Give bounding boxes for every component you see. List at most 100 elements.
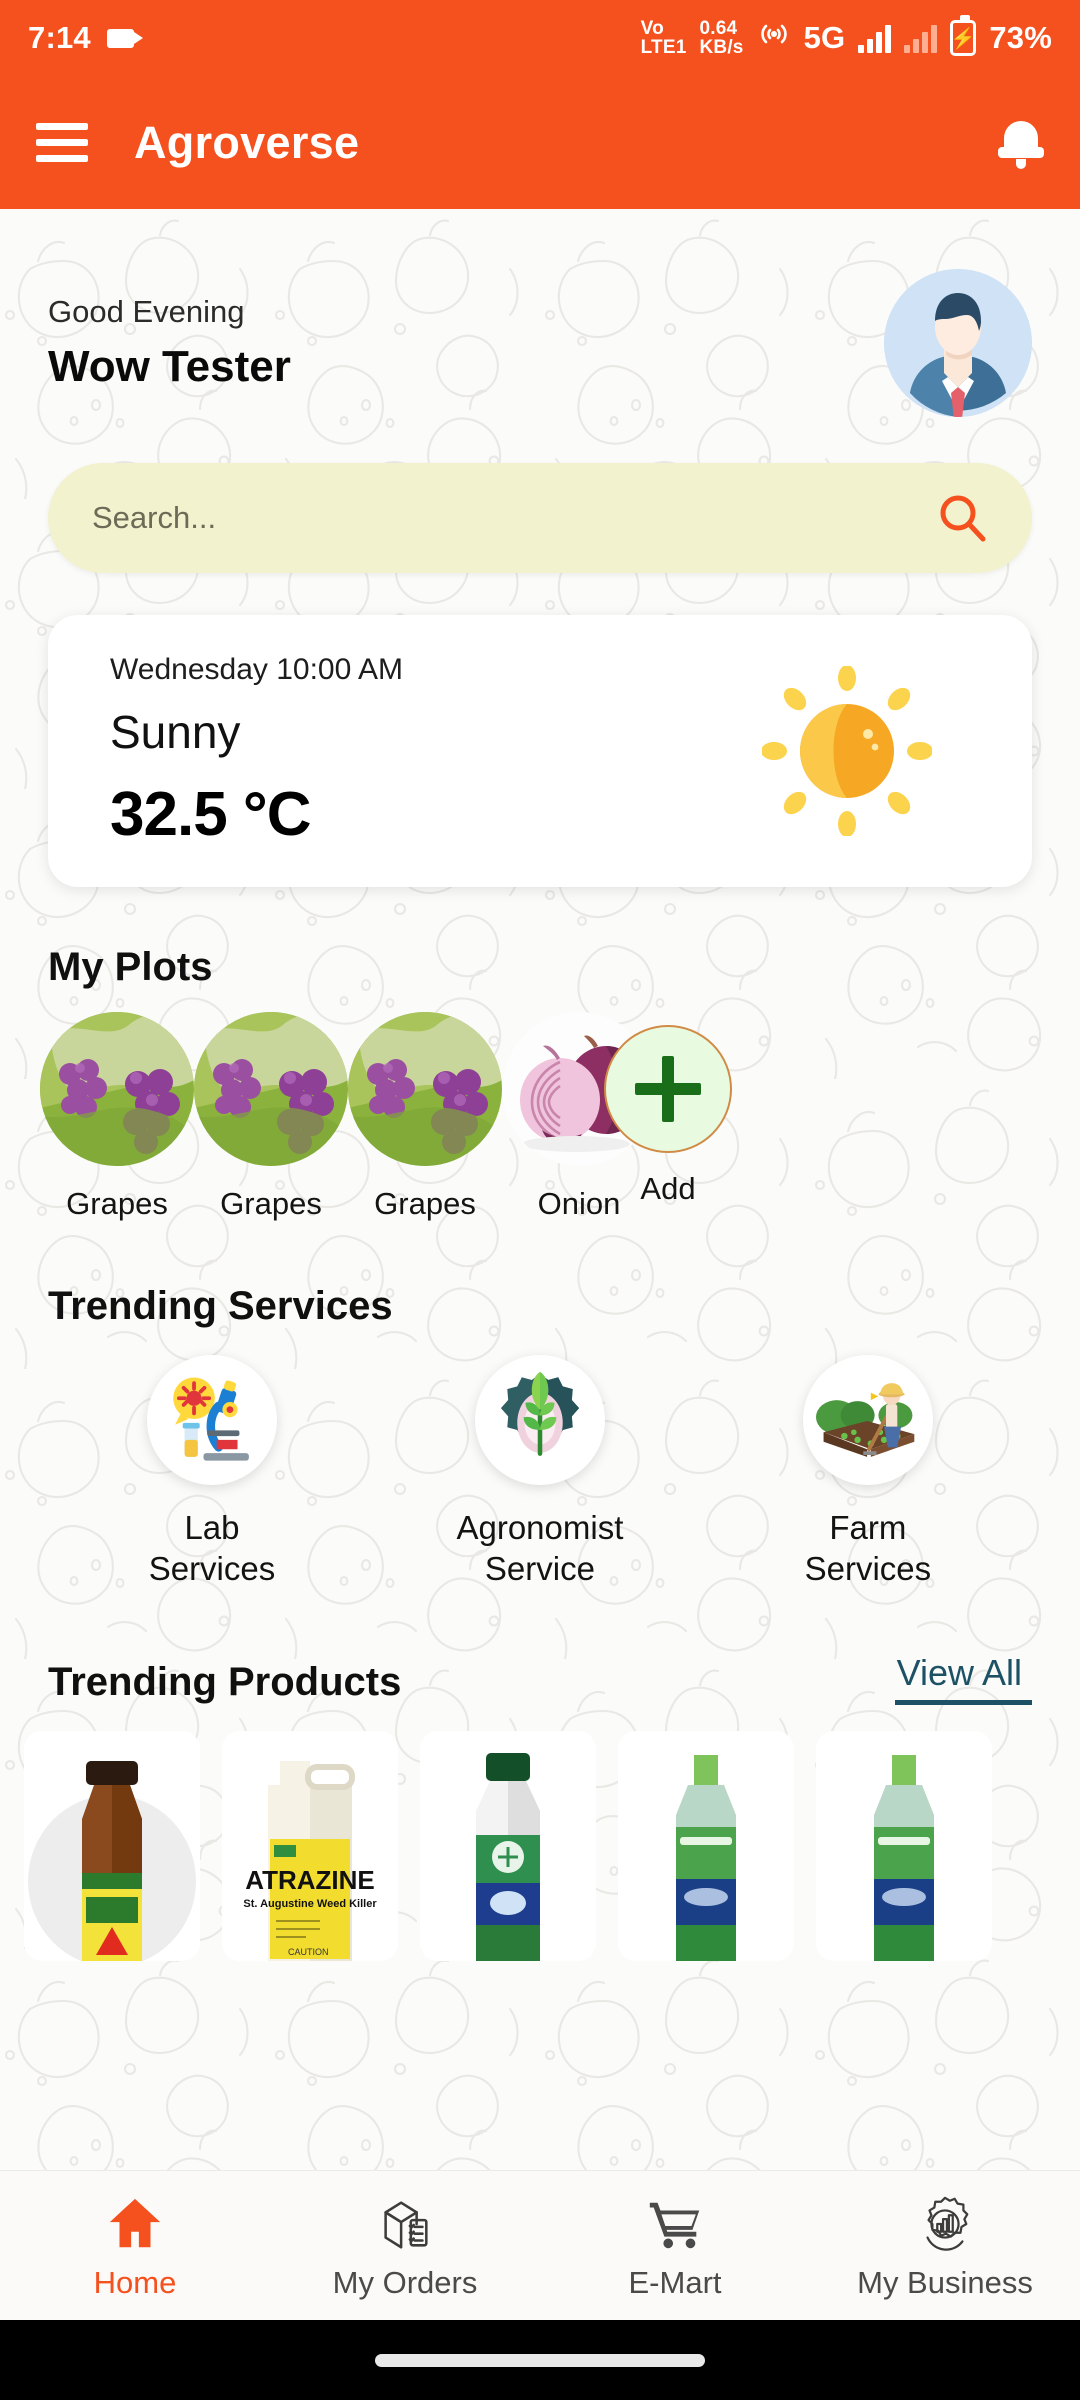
- trending-products-heading: Trending Products View All: [0, 1590, 1080, 1705]
- service-label-line2: Service: [484, 1550, 595, 1588]
- nav-item-my-orders[interactable]: My Orders: [270, 2191, 540, 2301]
- view-all-link[interactable]: View All: [894, 1652, 1032, 1705]
- weather-condition: Sunny: [110, 705, 241, 758]
- status-bar-left: 7:14: [28, 20, 143, 56]
- grapes-photo: [348, 1012, 502, 1166]
- service-label: Agronomist Service: [376, 1507, 704, 1590]
- service-label-line2: Services: [804, 1550, 932, 1588]
- search-input[interactable]: [92, 500, 936, 536]
- bottom-navigation-bar[interactable]: Home My Orders E-Mart My Business: [0, 2170, 1080, 2320]
- data-rate-indicator: 0.64 KB/s: [699, 17, 744, 58]
- service-label: Farm Services: [704, 1507, 1032, 1590]
- greeting-text-block: Good Evening Wow Tester: [48, 294, 291, 392]
- svg-text:St. Augustine Weed Killer: St. Augustine Weed Killer: [243, 1898, 377, 1910]
- my-plots-heading: My Plots: [0, 887, 1080, 990]
- svg-text:ATRAZINE: ATRAZINE: [245, 1865, 375, 1895]
- status-bar: 7:14 Vo LTE1 0.64 KB/s 5G ⚡ 73%: [0, 0, 1080, 76]
- shopping-cart-icon: [540, 2191, 810, 2257]
- data-rate-unit: KB/s: [699, 37, 744, 58]
- svg-text:CAUTION: CAUTION: [288, 1947, 329, 1957]
- service-label-line2: Services: [148, 1550, 276, 1588]
- plot-item[interactable]: Grapes: [348, 1012, 502, 1222]
- white-green-bottle: [420, 1730, 596, 1961]
- farmer-icon: [802, 1355, 933, 1485]
- nav-label: Home: [93, 2264, 177, 2300]
- plot-item[interactable]: Grapes: [194, 1012, 348, 1222]
- bell-icon[interactable]: [998, 117, 1044, 169]
- gear-chart-icon: [810, 2191, 1080, 2257]
- greeting-row: Good Evening Wow Tester: [0, 209, 1080, 417]
- add-plot-item[interactable]: Add: [604, 1012, 732, 1207]
- atrazine-jug: ATRAZINE St. Augustine Weed Killer CAUTI…: [222, 1730, 398, 1961]
- gear-plant-icon: [474, 1355, 605, 1485]
- abamectin-bottle: [28, 1760, 196, 1961]
- battery-percent: 73%: [989, 20, 1052, 55]
- service-label-line1: Farm: [829, 1509, 907, 1546]
- plot-label: Grapes: [374, 1186, 476, 1221]
- weather-temperature: 32.5 °C: [110, 779, 311, 849]
- my-plots-row[interactable]: Grapes Grapes Grapes Onion Add: [0, 990, 1080, 1222]
- green-bottle: [816, 1730, 992, 1961]
- data-rate-value: 0.64: [699, 17, 738, 39]
- trending-services-heading: Trending Services: [0, 1222, 1080, 1329]
- volte-line1: Vo: [640, 17, 664, 39]
- plot-item[interactable]: Grapes: [40, 1012, 194, 1222]
- product-card[interactable]: [420, 1730, 596, 1961]
- signal-bars-sim1: [858, 23, 892, 53]
- service-label-line1: Agronomist: [456, 1509, 624, 1546]
- status-bar-right: Vo LTE1 0.64 KB/s 5G ⚡ 73%: [640, 15, 1052, 58]
- nav-item-e-mart[interactable]: E-Mart: [540, 2191, 810, 2301]
- weather-card[interactable]: Wednesday 10:00 AM Sunny 32.5 °C: [48, 615, 1032, 887]
- trending-products-title: Trending Products: [48, 1659, 402, 1704]
- service-item-farm-services[interactable]: Farm Services: [704, 1355, 1032, 1590]
- sun-icon: [761, 665, 933, 837]
- service-item-lab-services[interactable]: Lab Services: [48, 1355, 376, 1590]
- nav-item-home[interactable]: Home: [0, 2191, 270, 2301]
- greeting-salutation: Good Evening: [48, 294, 245, 329]
- weather-datetime: Wednesday 10:00 AM: [110, 652, 403, 686]
- add-plot-label: Add: [640, 1171, 696, 1206]
- status-time: 7:14: [28, 20, 91, 55]
- mobile-network-label: 5G: [803, 20, 846, 55]
- product-card[interactable]: [618, 1730, 794, 1961]
- my-plots-title: My Plots: [48, 945, 213, 989]
- search-icon[interactable]: [936, 492, 988, 544]
- gesture-navigation-bar: [0, 2320, 1080, 2400]
- product-card[interactable]: [24, 1730, 200, 1961]
- service-label-line1: Lab: [184, 1509, 240, 1546]
- nav-label: E-Mart: [628, 2264, 722, 2300]
- service-label: Lab Services: [48, 1507, 376, 1590]
- trending-products-row[interactable]: ATRAZINE St. Augustine Weed Killer CAUTI…: [0, 1705, 1080, 1961]
- product-card[interactable]: ATRAZINE St. Augustine Weed Killer CAUTI…: [222, 1730, 398, 1961]
- app-title: Agroverse: [134, 116, 360, 168]
- search-bar[interactable]: [48, 463, 1032, 573]
- microscope-icon: [146, 1355, 277, 1485]
- product-card[interactable]: [816, 1730, 992, 1961]
- plot-label: Grapes: [220, 1186, 322, 1221]
- volte-indicator: Vo LTE1: [640, 17, 687, 57]
- hamburger-menu-icon[interactable]: [36, 123, 88, 162]
- user-avatar[interactable]: [884, 269, 1032, 417]
- greeting-user-name: Wow Tester: [48, 342, 291, 391]
- home-icon: [0, 2191, 270, 2257]
- scroll-container[interactable]: Good Evening Wow Tester Search... Wednes…: [0, 209, 1080, 2400]
- plus-icon: [635, 1056, 701, 1122]
- video-record-icon: [106, 28, 143, 48]
- plot-label: Grapes: [66, 1186, 168, 1221]
- gesture-pill[interactable]: [375, 2353, 705, 2367]
- battery-icon: ⚡: [950, 15, 977, 56]
- page-content: Good Evening Wow Tester Search... Wednes…: [0, 209, 1080, 2400]
- add-plot-button[interactable]: [604, 1025, 732, 1153]
- hotspot-icon: [757, 19, 791, 57]
- weather-text-block: Wednesday 10:00 AM Sunny 32.5 °C: [110, 653, 403, 850]
- nav-label: My Business: [857, 2264, 1033, 2300]
- trending-services-title: Trending Services: [48, 1284, 393, 1328]
- grapes-photo: [194, 1012, 348, 1166]
- box-checklist-icon: [270, 2191, 540, 2257]
- trending-services-row[interactable]: Lab Services Agronomist Service Farm Ser…: [0, 1329, 1080, 1590]
- grapes-photo: [40, 1012, 194, 1166]
- nav-item-my-business[interactable]: My Business: [810, 2191, 1080, 2301]
- app-bar: Agroverse: [0, 76, 1080, 209]
- service-item-agronomist-service[interactable]: Agronomist Service: [376, 1355, 704, 1590]
- signal-bars-sim2: [904, 23, 938, 53]
